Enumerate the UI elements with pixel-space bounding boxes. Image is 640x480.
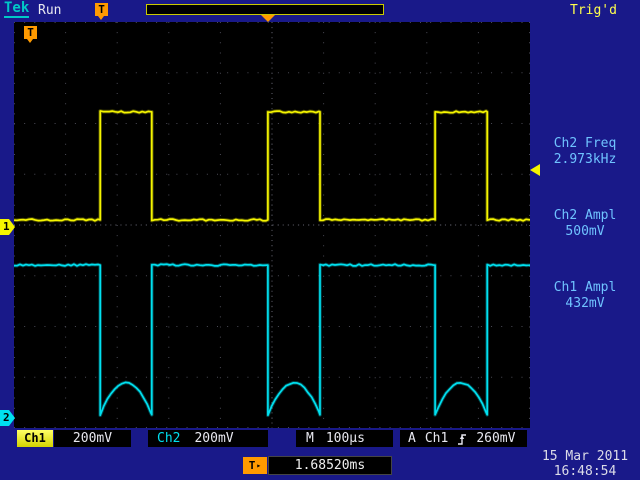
datetime-display: 15 Mar 2011 16:48:54 xyxy=(532,449,638,479)
oscilloscope-ui: Tek Run T Trig'd T 1 2 Ch2 Freq 2.973kHz… xyxy=(0,0,640,480)
tek-logo: Tek xyxy=(4,1,29,18)
ch2-marker-label: 2 xyxy=(3,411,10,424)
trigger-time-value: 1.68520ms xyxy=(268,456,392,475)
trigger-time-icon: T ▸ xyxy=(243,457,267,474)
waveform-svg xyxy=(14,22,530,428)
trigger-mode-label: A xyxy=(408,430,416,447)
date-text: 15 Mar 2011 xyxy=(532,449,638,464)
rising-edge-icon xyxy=(457,432,467,446)
measurement-value: 500mV xyxy=(532,224,638,240)
ch2-scale-value: 200mV xyxy=(194,430,233,447)
trigger-flag: T xyxy=(24,26,37,39)
trigger-time-icon-label: T xyxy=(249,459,256,472)
measurement-label: Ch2 Freq xyxy=(532,136,638,152)
timebase-value: 100µs xyxy=(326,430,365,447)
measurement-label: Ch2 Ampl xyxy=(532,208,638,224)
trigger-icon: T xyxy=(95,3,108,16)
ch1-badge: Ch1 xyxy=(17,430,53,447)
measurement-ch2-ampl: Ch2 Ampl 500mV xyxy=(532,208,638,240)
measurement-ch1-ampl: Ch1 Ampl 432mV xyxy=(532,280,638,312)
trigger-source-value: Ch1 xyxy=(425,430,448,447)
trigger-state: Trig'd xyxy=(570,3,617,18)
measurement-value: 432mV xyxy=(532,296,638,312)
trigger-position-icon xyxy=(261,15,275,22)
trigger-flag-label: T xyxy=(27,26,34,39)
ch2-scale-group: Ch2 200mV xyxy=(148,430,268,447)
trigger-level-value: 260mV xyxy=(476,430,515,447)
ch1-scale-value: 200mV xyxy=(54,430,131,447)
acquisition-status: Run xyxy=(38,3,61,18)
measurement-label: Ch1 Ampl xyxy=(532,280,638,296)
timebase-label: M xyxy=(306,430,314,447)
ch2-label: Ch2 xyxy=(157,430,180,447)
waveform-display: T xyxy=(14,22,530,428)
measurement-ch2-freq: Ch2 Freq 2.973kHz xyxy=(532,136,638,168)
measurement-readouts: Ch2 Freq 2.973kHz Ch2 Ampl 500mV Ch1 Amp… xyxy=(532,136,638,352)
ch2-ground-marker: 2 xyxy=(0,410,15,426)
time-text: 16:48:54 xyxy=(532,464,638,479)
trigger-settings-group: A Ch1 260mV xyxy=(400,430,527,447)
timebase-group: M 100µs xyxy=(296,430,393,447)
acquisition-bar xyxy=(146,4,384,15)
ch1-marker-label: 1 xyxy=(3,220,10,233)
ch1-ground-marker: 1 xyxy=(0,219,15,235)
measurement-value: 2.973kHz xyxy=(532,152,638,168)
right-arrow-icon: ▸ xyxy=(256,457,261,474)
trigger-icon-label: T xyxy=(98,3,105,16)
